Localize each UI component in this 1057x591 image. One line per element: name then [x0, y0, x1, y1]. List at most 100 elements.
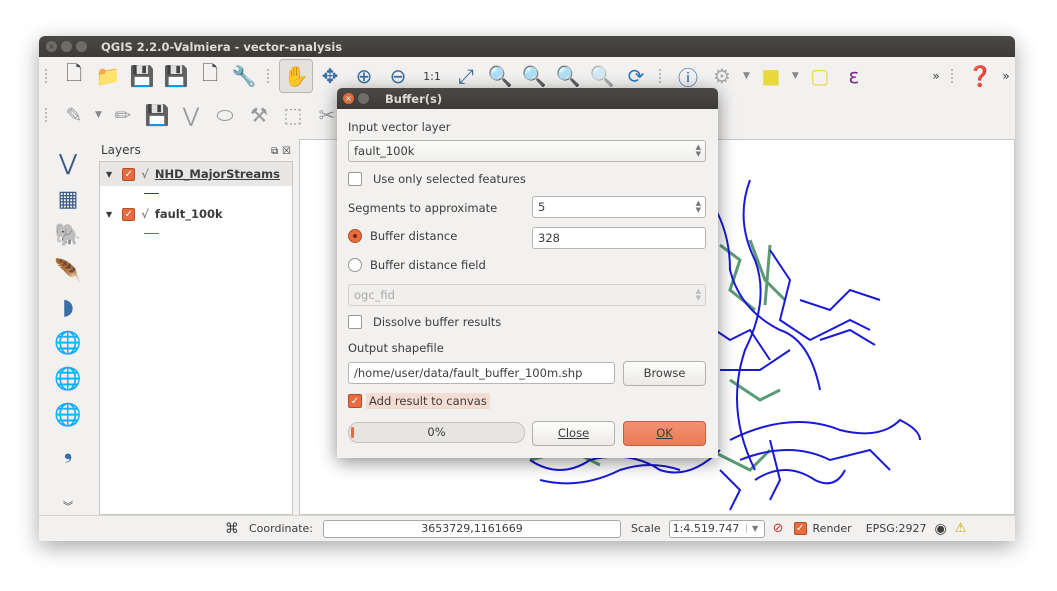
buffer-distance-option[interactable]: Buffer distance — [348, 229, 457, 243]
layer-item-fault-100k[interactable]: ▼ ✓ √ fault_100k — [100, 202, 292, 226]
add-to-canvas-row[interactable]: ✓ Add result to canvas — [348, 393, 490, 409]
close-button[interactable]: Close — [532, 421, 615, 446]
maximize-window-button[interactable] — [76, 41, 87, 52]
chevron-down-icon[interactable]: ▼ — [792, 71, 799, 81]
current-edits-icon[interactable]: ✎ — [57, 98, 91, 132]
chevron-down-icon[interactable]: ▼ — [95, 110, 102, 120]
close-dialog-button[interactable]: × — [343, 93, 354, 104]
input-layer-combobox[interactable]: fault_100k ▲ ▼ — [348, 140, 706, 162]
layer-visibility-checkbox[interactable]: ✓ — [122, 167, 136, 181]
chevron-down-icon[interactable]: ▼ — [745, 524, 764, 533]
layer-name: fault_100k — [154, 207, 223, 221]
add-mssql-layer-icon[interactable]: ◗ — [51, 289, 85, 325]
dissolve-label: Dissolve buffer results — [373, 315, 502, 329]
use-selected-checkbox[interactable] — [348, 172, 362, 186]
progress-label: 0% — [427, 425, 446, 439]
composer-manager-icon[interactable]: 🔧 — [227, 59, 261, 93]
toolbar-grip[interactable] — [45, 108, 51, 122]
add-vector-layer-icon[interactable]: ⋁ — [51, 145, 85, 181]
messages-warning-icon[interactable]: ⚠ — [955, 521, 967, 536]
render-checkbox[interactable]: ✓ — [793, 522, 807, 535]
spin-arrows-icon[interactable]: ▲ ▼ — [696, 200, 701, 214]
save-as-icon[interactable]: 💾 — [159, 59, 193, 93]
manage-layers-toolbar: ⋁ ▦ 🐘 🪶 ◗ 🌐 🌐 🌐 ❟ ︾ — [39, 139, 97, 515]
add-wfs-layer-icon[interactable]: 🌐 — [51, 397, 85, 433]
scale-combobox[interactable]: 1:4.519.747 ▼ — [668, 519, 765, 538]
toggle-editing-icon[interactable]: ✏ — [106, 98, 140, 132]
ok-button[interactable]: OK — [623, 421, 706, 446]
combo-arrows-icon: ▲ ▼ — [695, 287, 701, 302]
digitizing-toolbar: ✎ ▼ ✏ 💾 ⋁ ⬭ ⚒ ⬚ ✂ — [39, 97, 344, 133]
buffer-distance-input[interactable]: 328 — [532, 227, 706, 249]
dissolve-checkbox[interactable] — [348, 315, 362, 329]
output-shapefile-value: /home/user/data/fault_buffer_100m.shp — [354, 366, 583, 380]
buffer-field-radio[interactable] — [348, 258, 362, 272]
line-layer-icon: √ — [141, 167, 149, 181]
use-selected-row[interactable]: Use only selected features — [348, 172, 526, 186]
move-feature-icon[interactable]: ⬭ — [208, 98, 242, 132]
segments-label: Segments to approximate — [348, 201, 498, 215]
expand-icon[interactable]: ▼ — [106, 170, 112, 179]
add-delimited-text-layer-icon[interactable]: ❟ — [51, 433, 85, 469]
add-feature-icon[interactable]: ⋁ — [174, 98, 208, 132]
buffer-field-option[interactable]: Buffer distance field — [348, 258, 486, 272]
float-panel-icon[interactable]: ⧉ — [271, 146, 278, 157]
scale-value: 1:4.519.747 — [672, 522, 740, 535]
delete-selected-icon[interactable]: ⬚ — [276, 98, 310, 132]
crs-status-icon[interactable]: ◉ — [935, 521, 947, 537]
output-shapefile-input[interactable]: /home/user/data/fault_buffer_100m.shp — [348, 362, 615, 384]
select-features-icon[interactable]: ■ — [754, 59, 788, 93]
add-spatialite-layer-icon[interactable]: 🪶 — [51, 253, 85, 289]
add-to-canvas-checkbox[interactable]: ✓ — [348, 394, 362, 408]
layer-name: NHD_MajorStreams — [154, 167, 280, 181]
node-tool-icon[interactable]: ⚒ — [242, 98, 276, 132]
open-project-icon[interactable]: 📁 — [91, 59, 125, 93]
toolbar-grip[interactable] — [659, 69, 665, 83]
add-raster-layer-icon[interactable]: ▦ — [51, 181, 85, 217]
layers-panel-title: Layers — [101, 143, 141, 157]
coordinate-label: Coordinate: — [249, 522, 314, 535]
crs-label[interactable]: EPSG:2927 — [866, 522, 927, 535]
more-tools-icon[interactable]: » — [997, 59, 1015, 93]
close-panel-icon[interactable]: ☒ — [282, 146, 291, 157]
save-project-icon[interactable]: 💾 — [125, 59, 159, 93]
layer-item-nhd-majorstreams[interactable]: ▼ ✓ √ NHD_MajorStreams — [100, 162, 292, 186]
deselect-all-icon[interactable]: ▢ — [803, 59, 837, 93]
stop-rendering-icon[interactable]: ⊘ — [773, 521, 784, 536]
buffer-field-combobox: ogc_fid ▲ ▼ — [348, 284, 706, 306]
close-window-button[interactable]: × — [46, 41, 57, 52]
chevron-down-icon[interactable]: ▼ — [743, 71, 750, 81]
pan-map-icon[interactable]: ✋ — [279, 59, 313, 93]
legend-symbol — [144, 233, 159, 234]
buffer-dialog: × Buffer(s) Input vector layer fault_100… — [337, 88, 718, 458]
toolbar-grip[interactable] — [45, 69, 51, 83]
window-title: QGIS 2.2.0-Valmiera - vector-analysis — [101, 39, 343, 54]
toggle-extents-icon[interactable]: ⌘ — [225, 521, 239, 537]
line-layer-icon: √ — [141, 207, 149, 221]
new-print-composer-icon[interactable]: 🗋 — [193, 59, 227, 93]
save-edits-icon[interactable]: 💾 — [140, 98, 174, 132]
dissolve-row[interactable]: Dissolve buffer results — [348, 315, 501, 329]
combo-arrows-icon: ▲ ▼ — [695, 143, 701, 158]
minimize-window-button[interactable] — [61, 41, 72, 52]
coordinate-field[interactable]: 3653729,1161669 — [323, 519, 622, 538]
select-by-expression-icon[interactable]: ε — [837, 59, 871, 93]
expand-icon[interactable]: ▼ — [106, 210, 112, 219]
add-wms-layer-icon[interactable]: 🌐 — [51, 325, 85, 361]
maximize-dialog-button[interactable] — [358, 93, 369, 104]
more-tools-icon[interactable]: ︾ — [51, 495, 85, 515]
browse-button[interactable]: Browse — [623, 361, 706, 386]
add-wcs-layer-icon[interactable]: 🌐 — [51, 361, 85, 397]
layer-visibility-checkbox[interactable]: ✓ — [122, 207, 136, 221]
toolbar-grip[interactable] — [951, 69, 957, 83]
more-tools-icon[interactable]: » — [927, 59, 945, 93]
toolbar-grip[interactable] — [267, 69, 273, 83]
help-icon[interactable]: ❓ — [963, 59, 997, 93]
layer-legend — [100, 226, 292, 242]
output-shapefile-label: Output shapefile — [348, 341, 444, 355]
render-label: Render — [812, 522, 852, 535]
add-postgis-layer-icon[interactable]: 🐘 — [51, 217, 85, 253]
new-project-icon[interactable]: 🗋 — [57, 59, 91, 93]
buffer-distance-radio[interactable] — [348, 229, 362, 243]
segments-spinbox[interactable]: 5 ▲ ▼ — [532, 196, 706, 218]
